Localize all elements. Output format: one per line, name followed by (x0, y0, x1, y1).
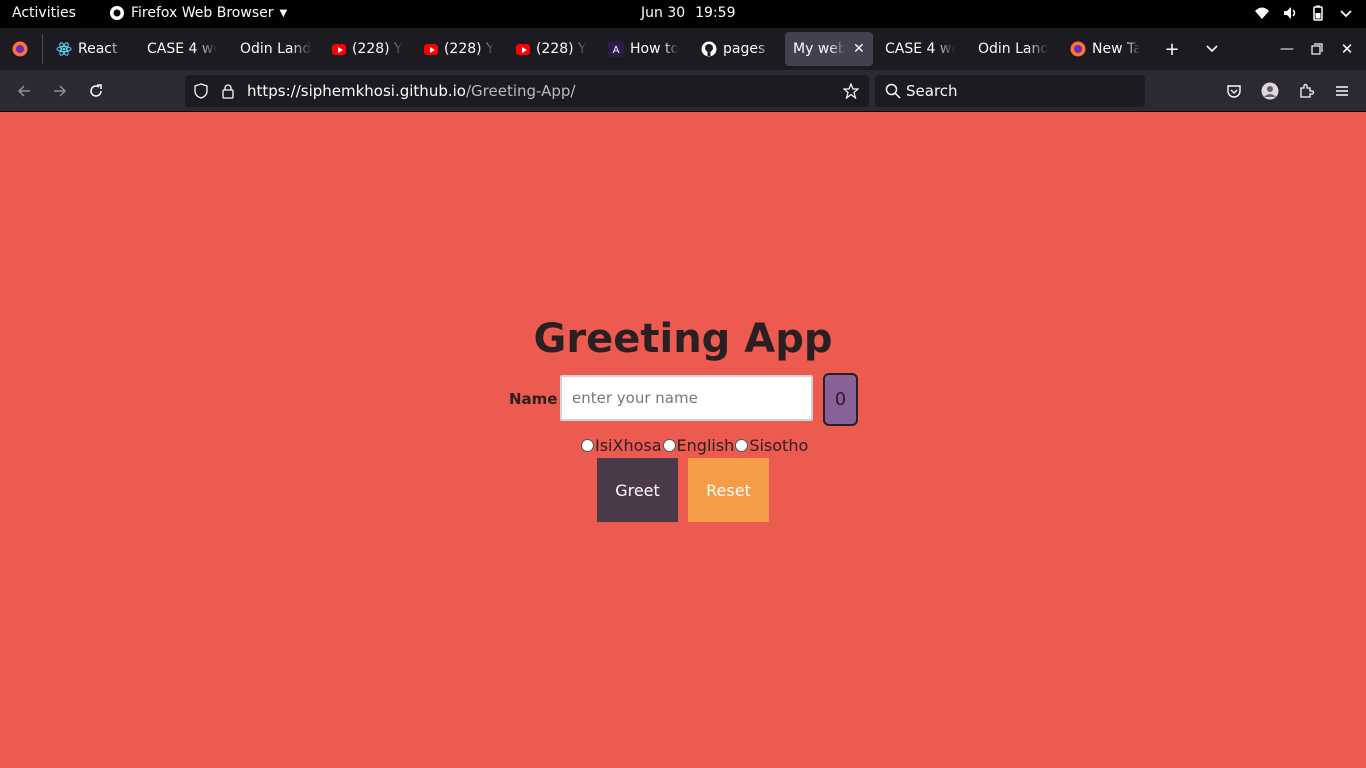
activities-button[interactable]: Activities (12, 5, 76, 21)
tab-odin-2[interactable]: Odin Landi (970, 32, 1056, 66)
tab-label: (228) Yo (443, 41, 494, 57)
svg-text:A: A (613, 45, 620, 56)
back-arrow-icon[interactable] (12, 79, 36, 103)
close-window-icon[interactable]: ✕ (1334, 36, 1360, 62)
pocket-icon[interactable] (1222, 79, 1246, 103)
bookmark-star-icon[interactable] (843, 83, 859, 99)
search-icon (885, 83, 901, 99)
radio-label-isixhosa: IsiXhosa (595, 436, 662, 455)
tab-youtube-2[interactable]: (228) Yo (416, 32, 502, 66)
new-tab-plus-icon[interactable]: + (1159, 36, 1185, 62)
url-bar[interactable]: https://siphemkhosi.github.io/Greeting-A… (185, 75, 869, 107)
close-tab-icon[interactable]: ✕ (853, 41, 865, 57)
tab-label: Odin Landi (240, 41, 312, 57)
youtube-icon (516, 43, 530, 55)
tab-my-web-active[interactable]: My web ✕ (785, 32, 873, 66)
radio-isixhosa[interactable] (581, 439, 594, 452)
account-avatar[interactable] (1258, 79, 1282, 103)
name-label: Name (509, 390, 558, 408)
search-bar[interactable]: Search (875, 75, 1145, 107)
url-domain: https://siphemkhosi.github.io (247, 82, 466, 100)
date: Jun 30 (641, 5, 686, 21)
app-menu[interactable]: Firefox Web Browser ▼ (109, 5, 287, 21)
forward-arrow-icon[interactable] (48, 79, 72, 103)
chevron-down-icon: ▼ (279, 7, 288, 19)
time: 19:59 (695, 5, 736, 21)
tab-label: My web (793, 41, 845, 57)
tab-label: How to (630, 41, 678, 57)
tab-label: pages b (723, 41, 771, 57)
page-content: Greeting App Name 0 IsiXhosa English Sis… (0, 112, 1366, 768)
tab-youtube-3[interactable]: (228) Yo (508, 32, 594, 66)
shield-icon[interactable] (193, 83, 209, 99)
youtube-icon (332, 43, 346, 55)
clock[interactable]: Jun 30 19:59 (641, 5, 736, 21)
firefox-icon (1070, 41, 1086, 57)
page-title: Greeting App (533, 316, 833, 362)
tab-label: New Ta (1092, 41, 1140, 57)
tab-strip: React A CASE 4 wo Odin Landi (228) Yo (2… (0, 28, 1366, 70)
lock-icon[interactable] (221, 83, 235, 99)
firefox-app-icon (110, 6, 124, 20)
radio-label-english: English (676, 436, 735, 455)
divider (42, 34, 43, 64)
angular-icon: A (608, 41, 624, 57)
tab-odin[interactable]: Odin Landi (232, 32, 320, 66)
radio-label-sisotho: Sisotho (749, 436, 809, 455)
list-all-tabs-chevron-icon[interactable] (1199, 36, 1225, 62)
app-name: Firefox Web Browser (131, 5, 274, 21)
tab-react[interactable]: React A (48, 32, 131, 66)
hamburger-menu-icon[interactable] (1330, 79, 1354, 103)
greet-counter: 0 (823, 373, 858, 426)
language-radio-group: IsiXhosa English Sisotho (580, 436, 808, 455)
navigation-bar: https://siphemkhosi.github.io/Greeting-A… (0, 70, 1366, 112)
reset-button[interactable]: Reset (688, 458, 769, 522)
tab-label: CASE 4 wo (885, 41, 955, 57)
firefox-view-button[interactable] (7, 36, 33, 62)
tab-youtube-1[interactable]: (228) Yo (324, 32, 410, 66)
url-path: /Greeting-App/ (465, 82, 576, 100)
system-tray[interactable] (1254, 5, 1354, 21)
extensions-icon[interactable] (1294, 79, 1318, 103)
radio-sisotho[interactable] (735, 439, 749, 452)
tab-label: CASE 4 wo (147, 41, 217, 57)
tab-case4-2[interactable]: CASE 4 wo (877, 32, 963, 66)
search-placeholder: Search (906, 82, 958, 100)
react-icon (56, 42, 72, 56)
tab-pages[interactable]: pages b (693, 32, 779, 66)
volume-icon (1284, 7, 1296, 19)
reload-icon[interactable] (84, 79, 108, 103)
youtube-icon (424, 43, 438, 55)
tab-label: React A (78, 41, 123, 57)
radio-english[interactable] (662, 439, 676, 452)
tab-case4[interactable]: CASE 4 wo (139, 32, 225, 66)
tab-new-tab[interactable]: New Ta (1062, 32, 1148, 66)
minimize-icon[interactable]: — (1274, 36, 1300, 62)
tab-label: (228) Yo (351, 41, 402, 57)
github-icon (701, 41, 717, 57)
tab-label: Odin Landi (978, 41, 1048, 57)
tab-how-to[interactable]: A How to (600, 32, 686, 66)
tab-label: (228) Yo (535, 41, 586, 57)
firefox-icon (12, 41, 28, 57)
name-input[interactable] (560, 375, 813, 421)
wifi-icon (1255, 7, 1269, 19)
url-text: https://siphemkhosi.github.io/Greeting-A… (247, 82, 575, 100)
restore-icon[interactable] (1304, 36, 1330, 62)
chevron-down-icon (1340, 10, 1352, 18)
battery-icon (1313, 5, 1323, 21)
system-top-bar: Activities Firefox Web Browser ▼ Jun 30 … (0, 0, 1366, 28)
greet-button[interactable]: Greet (597, 458, 678, 522)
